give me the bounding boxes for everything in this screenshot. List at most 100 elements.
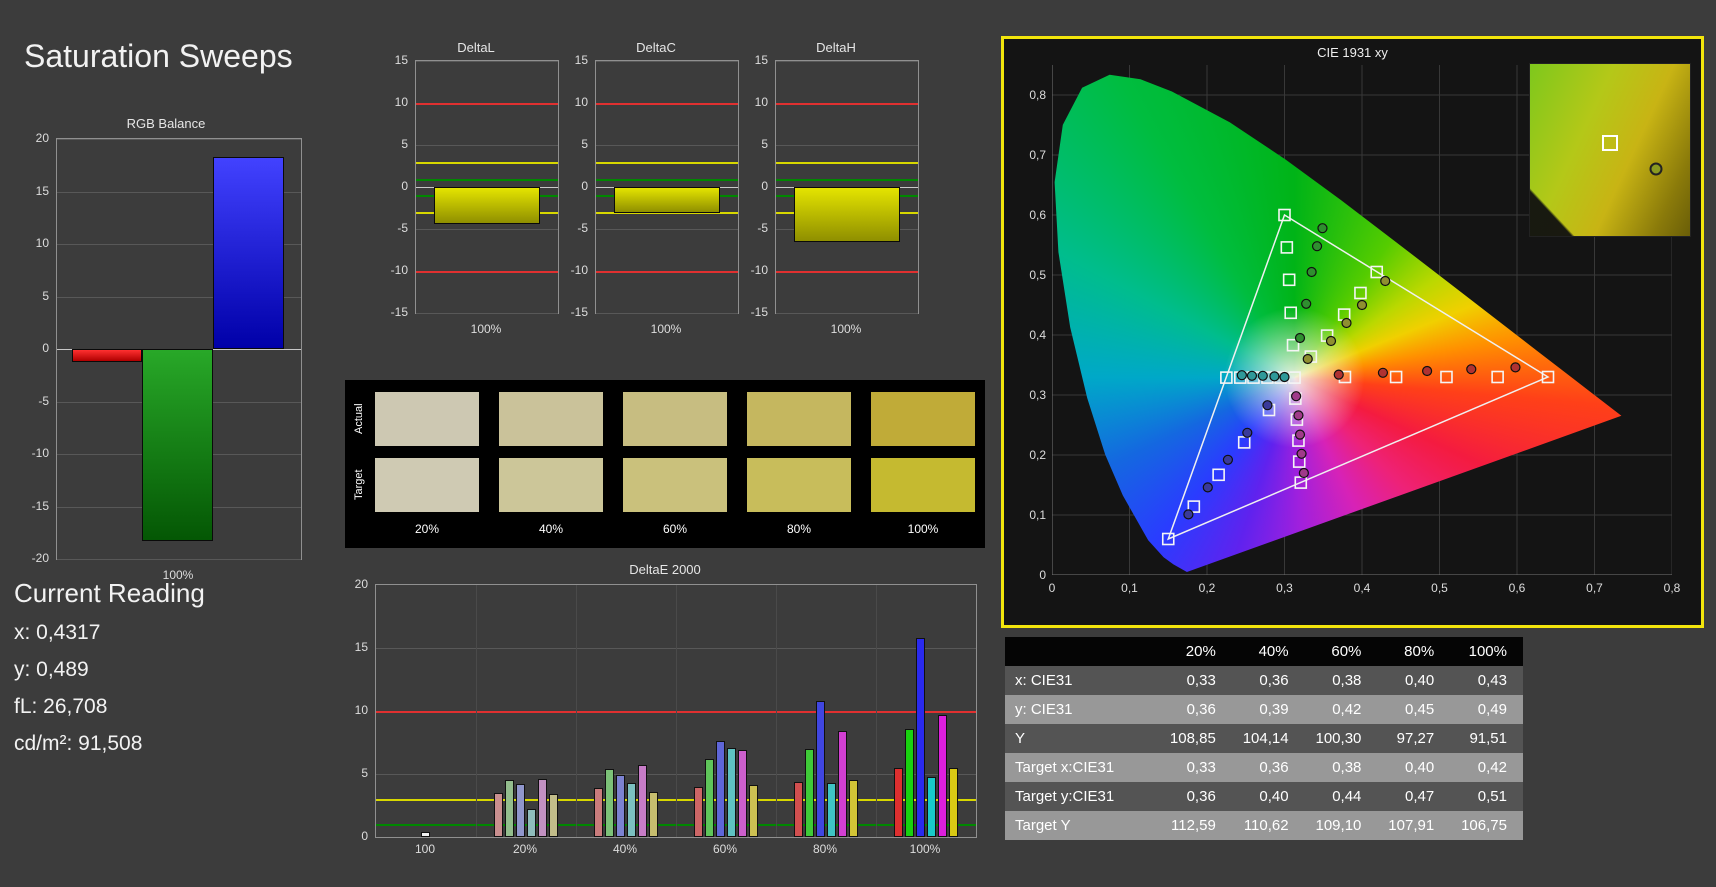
x-axis-label: 100% [830,322,862,336]
measured-dot-green [1306,266,1317,278]
row-label: x: CIE31 [1015,672,1073,689]
y-tick-label: -10 [31,446,49,460]
swatch-column-label: 60% [662,522,688,536]
delta-error-bar [614,187,720,214]
y-tick-label: 10 [354,703,368,717]
current-reading-fl: fL: 26,708 [14,695,108,718]
measured-dot-green [1301,298,1312,309]
deltae-x-axis: 100 20% 40% 60% 80% 100% [375,842,975,858]
swatch-column-label: 20% [414,522,440,536]
y-tick-label: 5 [761,137,768,151]
measured-dot-cyan [1246,370,1258,381]
gridline [416,61,558,62]
reference-line [416,161,558,164]
delta-chart-deltah: DeltaH 15 10 5 0 -5 -10 -15 100% [747,40,925,338]
x-tick-label: 0 [1048,581,1056,595]
deltae2000-chart: DeltaE 2000 20 15 10 5 0 100 20% 40% 60% 80% 100% [345,562,985,862]
measured-dot-cyan [1257,370,1268,381]
deltae-bar [916,637,925,837]
value-cell: 0,36 [1186,788,1216,805]
y-tick-label: -15 [31,498,49,513]
delta-chart-deltac: DeltaC 15 10 5 0 -5 -10 -15 100% [567,40,745,338]
gridline [776,61,918,62]
deltae-bar [516,784,525,837]
value-cell: 0,38 [1332,672,1362,689]
delta-chart-title: DeltaL [457,40,495,55]
y-tick-label: -5 [757,221,768,235]
deltae-bar [727,747,736,837]
measured-dot-red [1422,365,1433,377]
table-header-row: 20% 40% 60% 80% 100% [1005,637,1523,666]
delta-chart-deltal: DeltaL 15 10 5 0 -5 -10 -15 100% [387,40,565,338]
target-swatch [499,458,603,512]
row-label: Target Y [1015,817,1071,834]
delta-chart-title: DeltaC [636,40,676,55]
measured-dot-yellow [1325,335,1337,347]
table-row: Target Y 112,59 110,62 109,10 107,91 106,75 [1005,811,1523,840]
measured-dot-magenta [1291,391,1302,402]
deltae-bar [538,779,547,837]
green-bar [142,349,214,542]
measured-dot-blue [1222,454,1234,465]
delta-error-bar [794,187,900,243]
x-tick-label: 0,7 [1586,581,1603,595]
y-tick-label: 5 [401,137,408,151]
value-cell: 0,49 [1477,701,1507,718]
current-reading-y: y: 0,489 [14,658,89,681]
deltae-bar [938,714,947,837]
x-tick-label: 0,8 [1663,581,1681,595]
header-cell: 80% [1404,643,1435,660]
deltae-bar [527,809,536,837]
y-tick-label: 0 [581,179,588,193]
x-tick-label: 0,1 [1121,581,1138,595]
deltae-bar [705,758,714,837]
blue-bar [213,156,284,349]
reference-line [596,161,738,164]
deltae-bar [605,768,614,837]
group-divider [876,585,877,837]
cie1931-title: CIE 1931 xy [1317,45,1388,60]
target-square-green [1280,241,1294,254]
header-cell: 20% [1185,643,1216,660]
inset-target-square [1602,135,1618,152]
deltae-bar [594,787,603,837]
y-tick-label: 15 [754,53,768,67]
y-tick-label: 0,6 [1029,208,1046,222]
actual-swatch [623,392,727,446]
value-cell: 100,30 [1315,730,1362,747]
x-axis-label: 100% [470,322,502,336]
measured-dot-blue [1262,400,1273,411]
deltae-bar [627,782,636,837]
y-tick-label: 0,4 [1029,328,1046,342]
actual-swatch [375,392,479,446]
gridline [57,559,301,560]
x-tick-label: 40% [612,842,638,856]
target-swatch [375,458,479,512]
current-reading-heading: Current Reading [14,578,205,608]
y-tick-label: -20 [31,551,49,565]
y-tick-label: 0,5 [1029,268,1046,282]
measured-dot-cyan [1279,371,1290,383]
value-cell: 0,36 [1259,759,1289,776]
measured-dot-magenta [1294,429,1306,440]
deltae-bar [949,767,958,837]
target-square-red [1491,370,1504,384]
y-tick-label: 0,2 [1029,448,1046,462]
measured-dot-yellow [1302,353,1313,365]
x-tick-label: 0,6 [1508,581,1526,595]
y-tick-label: 5 [361,766,368,780]
actual-swatch [871,392,975,446]
inset-measured-dot [1649,162,1663,176]
measured-dot-yellow [1356,299,1368,311]
value-cell: 91,51 [1469,730,1507,747]
value-cell: 0,40 [1404,672,1435,689]
reference-line [776,178,918,181]
value-cell: 0,47 [1404,788,1435,805]
reference-line [416,103,558,105]
swatch-row-label: Actual [353,403,365,435]
value-cell: 104,14 [1242,730,1289,747]
gridline [416,145,558,146]
value-cell: 0,51 [1477,788,1507,805]
current-reading-x: x: 0,4317 [14,621,101,644]
y-tick-label: 10 [394,95,408,109]
